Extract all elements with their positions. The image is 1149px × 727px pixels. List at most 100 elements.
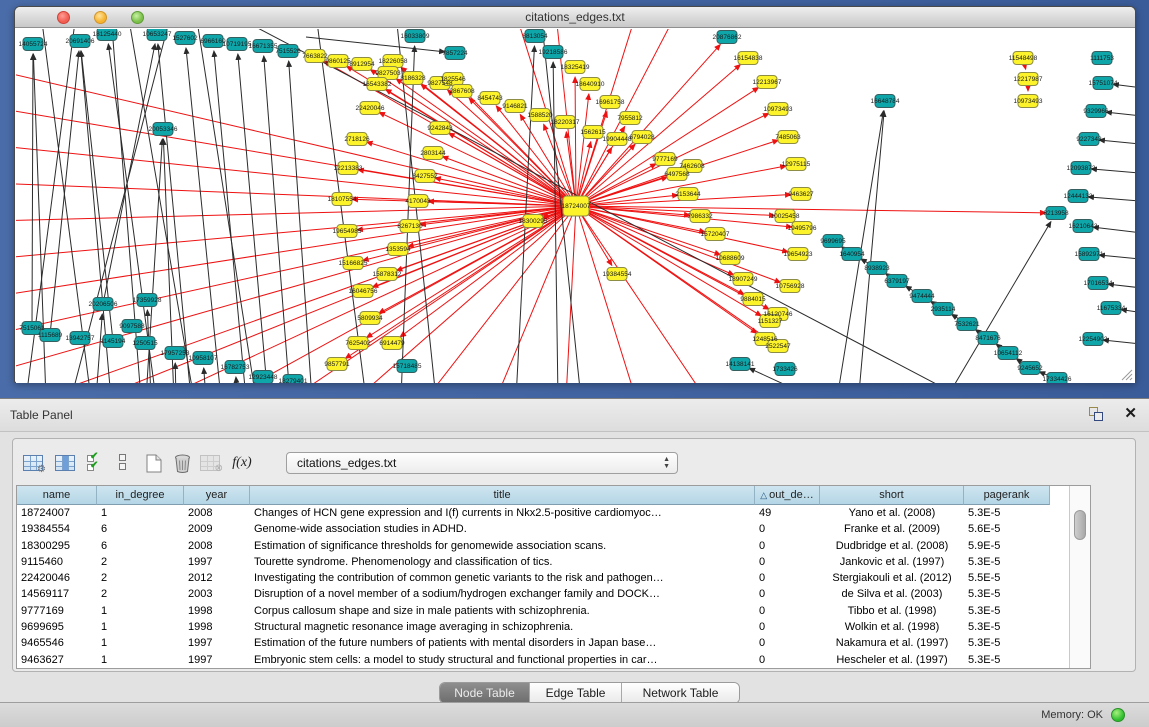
table-scrollbar[interactable] (1069, 486, 1090, 668)
table-cell[interactable]: 14569117 (17, 586, 97, 602)
table-cell[interactable]: 5.9E-5 (964, 538, 1050, 554)
column-header[interactable]: short (820, 486, 964, 505)
graph-edge[interactable] (401, 46, 415, 383)
table-cell[interactable]: Nakamura et al. (1997) (820, 635, 964, 651)
table-cell[interactable]: Tibbo et al. (1998) (820, 603, 964, 619)
table-selector-dropdown[interactable]: citations_edges.txt ▲▼ (286, 452, 678, 474)
table-cell[interactable]: Wolkin et al. (1998) (820, 619, 964, 635)
delete-table-button[interactable] (169, 451, 195, 475)
graph-edge[interactable] (1093, 227, 1135, 234)
table-cell[interactable]: 2 (97, 554, 184, 570)
table-row[interactable]: 946362711997Embryonic stem cells: a mode… (17, 652, 1090, 668)
float-panel-button[interactable] (1089, 407, 1105, 423)
table-cell[interactable]: Dudbridge et al. (2008) (820, 538, 964, 554)
table-row[interactable]: 1872400712008Changes of HCN gene express… (17, 505, 1090, 521)
graph-edge[interactable] (175, 363, 176, 383)
table-cell[interactable]: 1 (97, 603, 184, 619)
table-cell[interactable]: Corpus callosum shape and size in male p… (250, 603, 755, 619)
table-cell[interactable]: de Silva et al. (2003) (820, 586, 964, 602)
table-cell[interactable]: 49 (755, 505, 820, 521)
table-cell[interactable]: 5.6E-5 (964, 521, 1050, 537)
table-cell[interactable]: 6 (97, 521, 184, 537)
close-panel-icon[interactable]: ✕ (1124, 404, 1137, 422)
table-cell[interactable]: 1 (97, 505, 184, 521)
table-cell[interactable]: Disruption of a novel member of a sodium… (250, 586, 755, 602)
table-row[interactable]: 911546021997Tourette syndrome. Phenomeno… (17, 554, 1090, 570)
table-row[interactable]: 946554611997Estimation of the future num… (17, 635, 1090, 651)
table-cell[interactable]: Franke et al. (2009) (820, 521, 964, 537)
table-cell[interactable]: Jankovic et al. (1997) (820, 554, 964, 570)
table-cell[interactable]: Genome-wide association studies in ADHD. (250, 521, 755, 537)
graph-edge[interactable] (1091, 169, 1135, 174)
import-table-button[interactable]: ⊗ (197, 451, 223, 475)
graph-edge[interactable] (838, 111, 883, 383)
table-cell[interactable]: 9465546 (17, 635, 97, 651)
table-cell[interactable]: Estimation of the future numbers of pati… (250, 635, 755, 651)
graph-edge[interactable] (32, 54, 33, 328)
column-header[interactable]: title (250, 486, 755, 505)
select-rows-button[interactable]: ✔ ✔ (83, 451, 107, 475)
table-cell[interactable]: 1 (97, 635, 184, 651)
row-height-button[interactable] (113, 451, 133, 475)
table-cell[interactable]: 2008 (184, 538, 250, 554)
table-row[interactable]: 977716911998Corpus callosum shape and si… (17, 603, 1090, 619)
table-cell[interactable]: 2003 (184, 586, 250, 602)
tab-node-table[interactable]: Node Table (440, 683, 530, 703)
column-header[interactable]: year (184, 486, 250, 505)
table-cell[interactable]: 5.3E-5 (964, 554, 1050, 570)
table-cell[interactable]: 18724007 (17, 505, 97, 521)
resize-grip[interactable] (1119, 367, 1133, 381)
graph-edge[interactable] (1103, 340, 1135, 345)
table-cell[interactable]: 5.3E-5 (964, 603, 1050, 619)
graph-edge[interactable] (96, 314, 102, 383)
table-cell[interactable]: 5.3E-5 (964, 619, 1050, 635)
table-cell[interactable]: Embryonic stem cells: a model to study s… (250, 652, 755, 668)
table-cell[interactable]: 0 (755, 586, 820, 602)
graph-edge[interactable] (1088, 197, 1135, 202)
graph-edge[interactable] (238, 54, 268, 383)
network-canvas[interactable]: 1872400714055724206914061812544010653247… (16, 29, 1135, 383)
graph-edge[interactable] (1099, 140, 1135, 145)
network-window-titlebar[interactable]: citations_edges.txt (15, 7, 1135, 28)
table-cell[interactable]: 9115460 (17, 554, 97, 570)
table-settings-button[interactable]: ⚙ (19, 451, 47, 475)
table-cell[interactable]: 1 (97, 652, 184, 668)
graph-edge[interactable] (576, 206, 706, 383)
table-cell[interactable]: 9463627 (17, 652, 97, 668)
table-cell[interactable]: 6 (97, 538, 184, 554)
table-cell[interactable]: 0 (755, 570, 820, 586)
table-cell[interactable]: 1 (97, 619, 184, 635)
table-cell[interactable]: 1997 (184, 554, 250, 570)
table-cell[interactable]: 9777169 (17, 603, 97, 619)
graph-edge[interactable] (566, 206, 576, 383)
table-cell[interactable]: 5.5E-5 (964, 570, 1050, 586)
table-cell[interactable]: 5.3E-5 (964, 505, 1050, 521)
graph-edge[interactable] (1106, 112, 1135, 117)
table-cell[interactable]: 2 (97, 570, 184, 586)
table-cell[interactable]: 1997 (184, 652, 250, 668)
column-header[interactable]: in_degree (97, 486, 184, 505)
column-header[interactable]: △out_de… (755, 486, 820, 505)
table-cell[interactable]: Changes of HCN gene expression and I(f) … (250, 505, 755, 521)
table-cell[interactable]: 0 (755, 603, 820, 619)
table-cell[interactable]: Tourette syndrome. Phenomenology and cla… (250, 554, 755, 570)
graph-edge[interactable] (204, 368, 206, 383)
table-row[interactable]: 1456911722003Disruption of a novel membe… (17, 586, 1090, 602)
tab-edge-table[interactable]: Edge Table (530, 683, 622, 703)
table-cell[interactable]: 22420046 (17, 570, 97, 586)
table-row[interactable]: 969969511998Structural magnetic resonanc… (17, 619, 1090, 635)
table-cell[interactable]: Hescheler et al. (1997) (820, 652, 964, 668)
table-cell[interactable]: Structural magnetic resonance image aver… (250, 619, 755, 635)
graph-edge[interactable] (196, 29, 256, 383)
table-cell[interactable]: 1998 (184, 603, 250, 619)
graph-edge[interactable] (16, 206, 576, 259)
table-cell[interactable]: 2012 (184, 570, 250, 586)
table-cell[interactable]: 2009 (184, 521, 250, 537)
table-cell[interactable]: 5.3E-5 (964, 586, 1050, 602)
table-cell[interactable]: 5.3E-5 (964, 635, 1050, 651)
column-header[interactable]: name (17, 486, 97, 505)
table-cell[interactable]: 0 (755, 619, 820, 635)
table-cell[interactable]: 0 (755, 538, 820, 554)
table-cell[interactable]: Estimation of significance thresholds fo… (250, 538, 755, 554)
table-cell[interactable]: 1997 (184, 635, 250, 651)
